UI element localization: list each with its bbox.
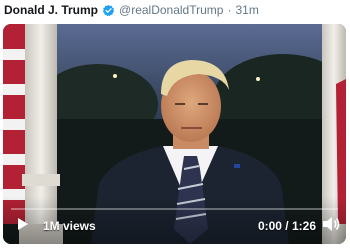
verified-badge-icon (102, 4, 115, 17)
view-count: 1M views (43, 219, 96, 233)
separator-dot: · (227, 3, 232, 17)
play-button[interactable] (15, 217, 31, 236)
volume-icon (322, 216, 340, 237)
tweet-header: Donald J. Trump @realDonaldTrump · 31m (0, 0, 350, 20)
volume-button[interactable] (322, 216, 340, 237)
display-name[interactable]: Donald J. Trump (4, 3, 98, 17)
timecode: 0:00 / 1:26 (257, 219, 316, 233)
video-controls: 1M views 0:00 / 1:26 (3, 196, 346, 244)
play-icon (17, 217, 29, 236)
tweet-timestamp[interactable]: 31m (235, 3, 258, 17)
user-handle[interactable]: @realDonaldTrump (119, 3, 223, 17)
progress-bar[interactable] (11, 208, 338, 210)
